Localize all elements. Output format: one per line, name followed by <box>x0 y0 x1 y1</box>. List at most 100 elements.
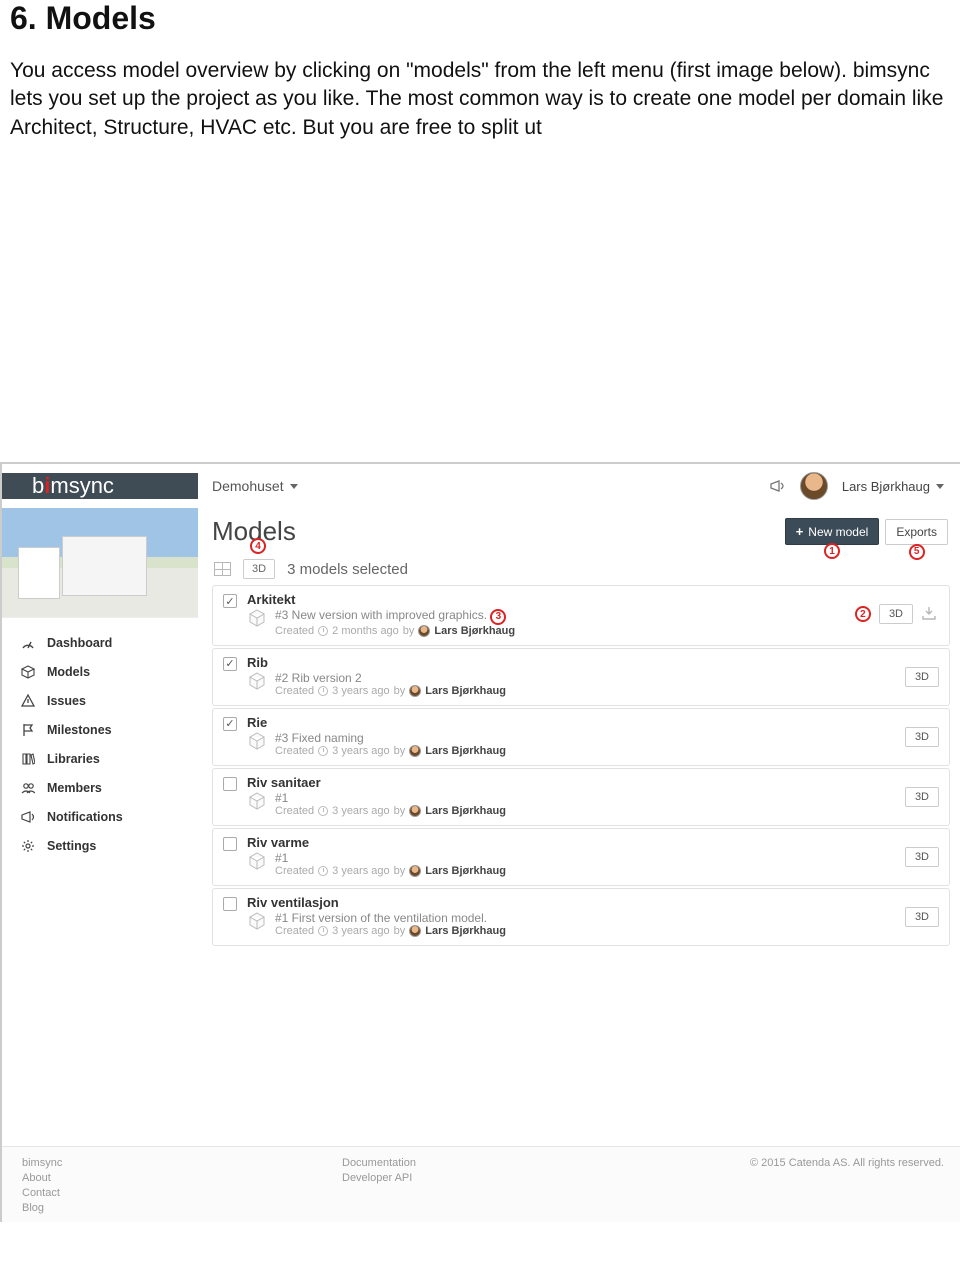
model-list: Arkitekt#3 New version with improved gra… <box>212 585 950 946</box>
app-logo: bimsync <box>32 473 114 499</box>
user-name: Lars Bjørkhaug <box>842 479 930 494</box>
sidebar-item-label: Members <box>47 781 102 795</box>
3d-button[interactable]: 3D <box>905 727 939 747</box>
avatar <box>800 472 828 500</box>
model-meta: Created 3 years ago by Lars Bjørkhaug <box>275 805 506 817</box>
avatar-icon <box>409 745 421 757</box>
sidebar-item-label: Libraries <box>47 752 100 766</box>
grid-icon[interactable] <box>214 562 231 576</box>
clock-icon <box>318 866 328 876</box>
3d-button[interactable]: 3D <box>905 847 939 867</box>
project-dropdown[interactable]: Demohuset <box>198 478 298 494</box>
notifications-icon <box>20 809 35 824</box>
model-name[interactable]: Rib <box>247 655 895 670</box>
exports-button[interactable]: Exports 5 <box>885 519 948 545</box>
sidebar-item-label: Models <box>47 665 90 679</box>
cube-icon <box>247 851 267 871</box>
selected-count-text: 3 models selected <box>287 561 408 578</box>
callout-1: 1 <box>824 543 840 559</box>
footer-link[interactable]: Developer API <box>342 1172 642 1184</box>
model-name[interactable]: Riv ventilasjon <box>247 895 895 910</box>
model-checkbox[interactable] <box>223 657 237 671</box>
3d-label: 3D <box>252 563 266 575</box>
download-icon[interactable] <box>921 606 939 622</box>
footer-link[interactable]: bimsync <box>22 1157 342 1169</box>
sidebar-item-label: Notifications <box>47 810 123 824</box>
model-item: Riv varme#1 Created 3 years ago by Lars … <box>212 828 950 886</box>
sidebar-item-milestones[interactable]: Milestones <box>2 715 198 744</box>
model-checkbox[interactable] <box>223 594 237 608</box>
megaphone-icon[interactable] <box>770 479 786 493</box>
model-version: #1 <box>275 851 506 865</box>
model-meta: Created 3 years ago by Lars Bjørkhaug <box>275 865 506 877</box>
new-model-button[interactable]: + New model 1 <box>785 518 880 545</box>
footer-link[interactable]: Documentation <box>342 1157 642 1169</box>
app-footer: bimsync About Contact Blog Documentation Dev… <box>2 1146 960 1222</box>
sidebar-item-members[interactable]: Members <box>2 773 198 802</box>
model-item: Arkitekt#3 New version with improved gra… <box>212 585 950 646</box>
model-checkbox[interactable] <box>223 837 237 851</box>
sidebar-item-label: Settings <box>47 839 96 853</box>
dashboard-icon <box>20 635 35 650</box>
model-meta: Created 3 years ago by Lars Bjørkhaug <box>275 685 506 697</box>
model-version: #2 Rib version 2 <box>275 671 506 685</box>
clock-icon <box>318 926 328 936</box>
model-name[interactable]: Arkitekt <box>247 592 845 607</box>
clock-icon <box>318 626 328 636</box>
chevron-down-icon <box>936 484 944 489</box>
cube-icon <box>247 731 267 751</box>
app-topbar: bimsync Demohuset Lars Bjørkhaug <box>2 464 960 508</box>
model-meta: Created 2 months ago by Lars Bjørkhaug <box>275 625 515 637</box>
clock-icon <box>318 806 328 816</box>
callout-4: 4 <box>250 538 266 554</box>
chevron-down-icon <box>290 484 298 489</box>
main-panel: Models + New model 1 Exports 5 <box>198 508 960 946</box>
doc-heading: 6. Models <box>10 0 950 37</box>
cube-icon <box>247 911 267 931</box>
milestones-icon <box>20 722 35 737</box>
avatar-icon <box>418 625 430 637</box>
3d-button[interactable]: 3D <box>905 907 939 927</box>
model-item: Riv ventilasjon#1 First version of the v… <box>212 888 950 946</box>
sidebar-item-models[interactable]: Models <box>2 657 198 686</box>
3d-button[interactable]: 3D <box>905 787 939 807</box>
callout-2: 2 <box>855 606 871 622</box>
logo-suffix: msync <box>50 473 114 498</box>
3d-button-small[interactable]: 3D 4 <box>243 559 275 579</box>
model-name[interactable]: Rie <box>247 715 895 730</box>
models-icon <box>20 664 35 679</box>
settings-icon <box>20 838 35 853</box>
model-checkbox[interactable] <box>223 717 237 731</box>
model-checkbox[interactable] <box>223 897 237 911</box>
callout-5: 5 <box>909 544 925 560</box>
3d-button[interactable]: 3D <box>905 667 939 687</box>
footer-link[interactable]: Contact <box>22 1187 342 1199</box>
user-menu[interactable]: Lars Bjørkhaug <box>842 479 944 494</box>
sidebar: Dashboard Models Issues Milestones Libraries… <box>2 508 198 946</box>
avatar-icon <box>409 865 421 877</box>
sidebar-item-settings[interactable]: Settings <box>2 831 198 860</box>
footer-link[interactable]: Blog <box>22 1202 342 1214</box>
libraries-icon <box>20 751 35 766</box>
project-name: Demohuset <box>212 478 284 494</box>
new-model-label: New model <box>808 525 868 539</box>
model-version: #1 First version of the ventilation mode… <box>275 911 506 925</box>
doc-paragraph: You access model overview by clicking on… <box>10 57 950 142</box>
clock-icon <box>318 686 328 696</box>
footer-link[interactable]: About <box>22 1172 342 1184</box>
avatar-icon <box>409 805 421 817</box>
sidebar-item-libraries[interactable]: Libraries <box>2 744 198 773</box>
model-name[interactable]: Riv varme <box>247 835 895 850</box>
sidebar-item-dashboard[interactable]: Dashboard <box>2 628 198 657</box>
logo-prefix: b <box>32 473 44 498</box>
model-name[interactable]: Riv sanitaer <box>247 775 895 790</box>
sidebar-item-issues[interactable]: Issues <box>2 686 198 715</box>
project-thumbnail <box>2 508 198 618</box>
3d-button[interactable]: 3D <box>879 604 913 624</box>
model-checkbox[interactable] <box>223 777 237 791</box>
sidebar-item-label: Milestones <box>47 723 112 737</box>
members-icon <box>20 780 35 795</box>
app-logo-cell: bimsync <box>2 473 198 499</box>
sidebar-item-notifications[interactable]: Notifications <box>2 802 198 831</box>
model-version: #1 <box>275 791 506 805</box>
